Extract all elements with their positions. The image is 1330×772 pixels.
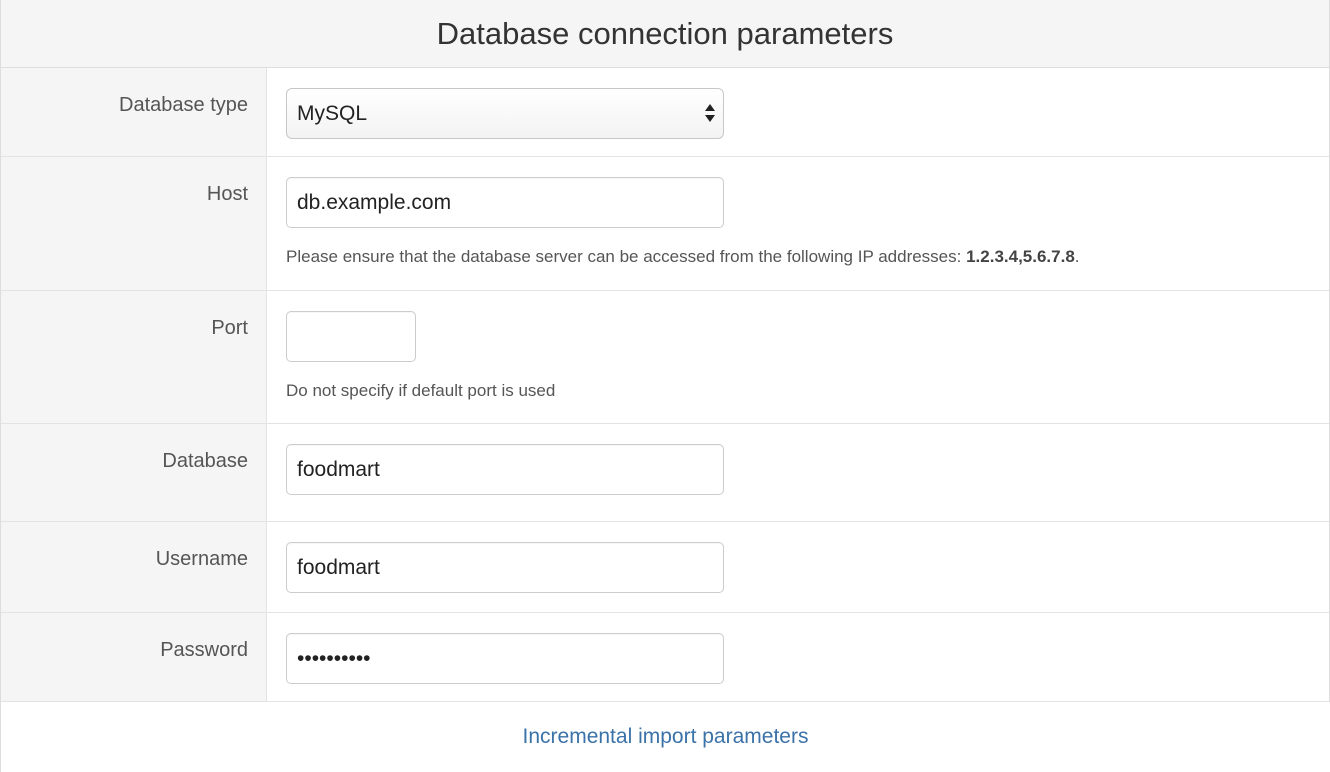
form-row-host: Host Please ensure that the database ser… <box>1 157 1329 291</box>
database-type-label: Database type <box>1 68 267 156</box>
form-row-database: Database <box>1 424 1329 522</box>
form-row-database-type: Database type MySQL <box>1 68 1329 157</box>
updown-arrows-icon <box>705 104 715 122</box>
username-label: Username <box>1 522 267 612</box>
password-input[interactable] <box>286 633 724 684</box>
host-help-text: Please ensure that the database server c… <box>286 247 1329 267</box>
password-label: Password <box>1 613 267 701</box>
form-row-username: Username <box>1 522 1329 613</box>
host-cell: Please ensure that the database server c… <box>267 157 1329 290</box>
database-input[interactable] <box>286 444 724 495</box>
port-input[interactable] <box>286 311 416 362</box>
incremental-import-link[interactable]: Incremental import parameters <box>0 702 1330 772</box>
port-help-text: Do not specify if default port is used <box>286 381 556 400</box>
username-input[interactable] <box>286 542 724 593</box>
password-cell <box>267 613 1329 701</box>
username-cell <box>267 522 1329 612</box>
host-input[interactable] <box>286 177 724 228</box>
database-type-cell: MySQL <box>267 68 1329 156</box>
panel-title: Database connection parameters <box>1 0 1329 68</box>
host-label: Host <box>1 157 267 290</box>
host-help-suffix: . <box>1074 247 1080 266</box>
database-label: Database <box>1 424 267 521</box>
form-row-password: Password <box>1 613 1329 702</box>
host-help-prefix: Please ensure that the database server c… <box>286 247 967 266</box>
host-help-ips: 1.2.3.4,5.6.7.8 <box>966 247 1075 266</box>
database-type-selected-value: MySQL <box>297 101 368 125</box>
port-cell: Do not specify if default port is used <box>267 291 1329 423</box>
database-cell <box>267 424 1329 521</box>
port-label: Port <box>1 291 267 423</box>
form-row-port: Port Do not specify if default port is u… <box>1 291 1329 424</box>
db-connection-panel: Database connection parameters Database … <box>0 0 1330 702</box>
database-type-select[interactable]: MySQL <box>286 88 724 139</box>
